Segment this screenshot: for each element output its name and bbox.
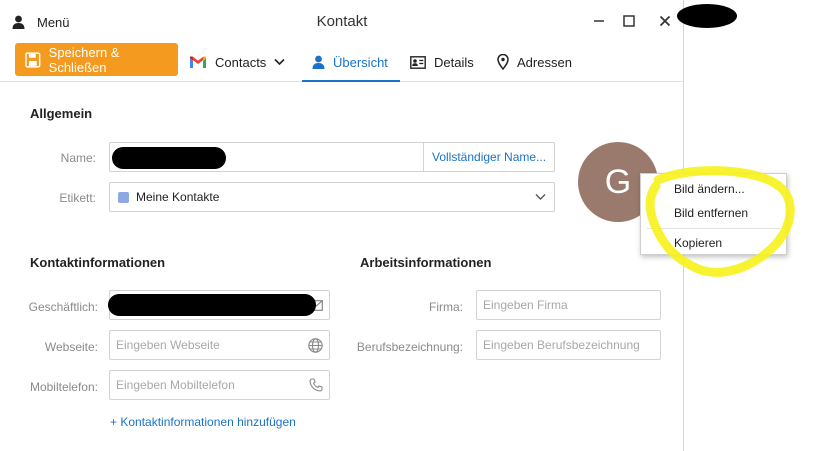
contact-info-section-title: Kontaktinformationen	[30, 255, 166, 270]
toolbar: Speichern & Schließen Contacts Übersicht	[0, 42, 683, 82]
window-title: Kontakt	[316, 13, 368, 30]
company-label: Firma:	[429, 300, 463, 314]
save-and-close-label: Speichern & Schließen	[48, 44, 120, 75]
job-title-field[interactable]: Eingeben Berufsbezeichnung	[476, 330, 661, 360]
person-icon	[12, 15, 25, 29]
tab-addresses[interactable]: Adressen	[497, 44, 572, 80]
mobile-label: Mobiltelefon:	[29, 380, 98, 394]
menu-label: Menü	[37, 14, 70, 30]
work-info-section-title: Arbeitsinformationen	[360, 255, 492, 270]
maximize-button[interactable]	[620, 12, 638, 30]
gmail-icon	[190, 56, 206, 68]
location-pin-icon	[497, 54, 509, 70]
close-icon	[659, 15, 671, 27]
chevron-down-icon	[535, 194, 546, 200]
avatar-initial: G	[604, 162, 632, 201]
id-card-icon	[410, 55, 426, 69]
mobile-field[interactable]: Eingeben Mobiltelefon	[109, 370, 330, 400]
contact-window: Menü Kontakt Speichern & Schließen Conta…	[0, 0, 684, 451]
job-title-placeholder: Eingeben Berufsbezeichnung	[483, 338, 640, 352]
save-and-close-button[interactable]: Speichern & Schließen	[15, 43, 178, 76]
website-placeholder: Eingeben Webseite	[116, 338, 220, 352]
change-picture-menu-item[interactable]: Bild ändern...	[674, 182, 745, 196]
company-placeholder: Eingeben Firma	[483, 298, 568, 312]
name-label: Name:	[60, 151, 96, 165]
minimize-button[interactable]	[590, 12, 608, 30]
job-title-label: Berufsbezeichnung:	[356, 340, 463, 354]
tag-label: Etikett:	[59, 191, 96, 205]
chevron-down-icon[interactable]	[274, 58, 285, 66]
mobile-placeholder: Eingeben Mobiltelefon	[116, 378, 235, 392]
redaction-mark	[677, 4, 737, 28]
tab-contacts[interactable]: Contacts	[189, 44, 285, 80]
tab-details[interactable]: Details	[410, 44, 474, 80]
title-bar: Menü Kontakt	[0, 0, 683, 42]
close-button[interactable]	[656, 12, 674, 30]
tag-value: Meine Kontakte	[136, 190, 220, 204]
tab-overview[interactable]: Übersicht	[302, 44, 400, 82]
redaction-mark	[108, 294, 316, 316]
overview-panel: Allgemein Name: Vollständiger Name... Et…	[0, 83, 683, 451]
website-field[interactable]: Eingeben Webseite	[109, 330, 330, 360]
maximize-icon	[623, 15, 635, 27]
full-name-link[interactable]: Vollständiger Name...	[423, 143, 554, 171]
menu-button[interactable]: Menü	[12, 12, 70, 32]
business-email-label: Geschäftlich:	[28, 300, 98, 314]
person-icon	[312, 55, 325, 69]
save-icon	[25, 51, 41, 68]
remove-picture-menu-item[interactable]: Bild entfernen	[674, 206, 748, 220]
globe-icon	[308, 338, 323, 353]
company-field[interactable]: Eingeben Firma	[476, 290, 661, 320]
tab-contacts-label: Contacts	[215, 54, 267, 70]
tag-color-swatch	[118, 191, 129, 203]
tab-overview-label: Übersicht	[333, 54, 388, 70]
avatar-context-menu: Bild ändern... Bild entfernen Kopieren	[640, 173, 787, 255]
minimize-icon	[594, 20, 604, 22]
tab-details-label: Details	[434, 54, 474, 70]
general-section-title: Allgemein	[30, 106, 93, 121]
phone-icon	[309, 378, 323, 392]
redaction-mark	[112, 147, 226, 169]
tab-addresses-label: Adressen	[517, 54, 572, 70]
copy-menu-item[interactable]: Kopieren	[674, 236, 722, 250]
website-label: Webseite:	[44, 340, 98, 354]
add-contact-info-link[interactable]: + Kontaktinformationen hinzufügen	[110, 415, 296, 429]
menu-divider	[647, 228, 780, 229]
tag-dropdown[interactable]: Meine Kontakte	[109, 182, 555, 212]
